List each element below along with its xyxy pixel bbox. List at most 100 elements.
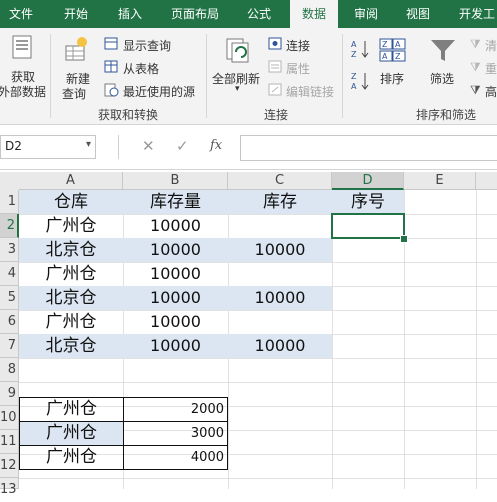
column-header-f[interactable] — [476, 172, 497, 190]
filter-button[interactable]: 筛选 — [424, 28, 464, 100]
row-header-10[interactable]: 10 — [0, 406, 19, 430]
group-label-connections: 连接 — [264, 108, 289, 122]
advanced-filter-icon: ⧩ — [470, 83, 481, 97]
cell-b5[interactable]: 10000 — [123, 286, 228, 310]
svg-text:Z: Z — [351, 72, 357, 81]
cell-b3[interactable]: 10000 — [123, 238, 228, 262]
row-header-2[interactable]: 2 — [0, 214, 19, 238]
spreadsheet-grid: A B C D E 1 2 3 4 5 6 7 8 9 10 11 12 13 … — [0, 172, 497, 497]
clear-filter-icon: ⧩ — [470, 37, 481, 51]
insert-function-icon[interactable]: fx — [210, 138, 222, 153]
table-icon — [104, 60, 118, 73]
cell-c5[interactable]: 10000 — [228, 286, 332, 310]
row-header-12[interactable]: 12 — [0, 454, 19, 478]
cell-b11[interactable]: 3000 — [123, 421, 228, 446]
svg-text:Z: Z — [351, 50, 357, 59]
cell-b10[interactable]: 2000 — [123, 397, 228, 422]
column-header-c[interactable]: C — [228, 172, 332, 190]
svg-text:A: A — [351, 82, 357, 91]
connections-icon — [268, 37, 282, 50]
cell-a1[interactable]: 仓库 — [19, 190, 123, 214]
cell-a6[interactable]: 广州仓 — [19, 310, 123, 334]
ribbon-panel: 获取 外部数据 新建 查询 显示查询 从表格 最近使用的源 获取和转换 全部刷新… — [0, 28, 497, 125]
sort-z-a-icon: ZA — [351, 72, 369, 91]
active-cell-d2[interactable] — [331, 213, 405, 239]
refresh-all-button[interactable]: 全部刷新 ▾ — [210, 28, 266, 100]
row-header-6[interactable]: 6 — [0, 310, 19, 334]
database-icon — [12, 35, 32, 59]
svg-text:A: A — [395, 40, 401, 49]
tab-home[interactable]: 开始 — [64, 0, 88, 28]
select-all-corner[interactable] — [0, 172, 20, 191]
new-query-button[interactable]: 新建 查询 — [56, 28, 100, 101]
svg-text:Z: Z — [395, 52, 401, 61]
row-header-13[interactable]: 13 — [0, 478, 19, 497]
filter-funnel-icon — [431, 40, 455, 61]
row-header-4[interactable]: 4 — [0, 262, 19, 286]
row-header-9[interactable]: 9 — [0, 382, 19, 406]
formula-input[interactable] — [240, 135, 497, 161]
column-header-d[interactable]: D — [332, 172, 404, 190]
cell-b1[interactable]: 库存量 — [123, 190, 228, 214]
cell-a2[interactable]: 广州仓 — [19, 214, 123, 238]
row-header-1[interactable]: 1 — [0, 190, 19, 214]
row-header-11[interactable]: 11 — [0, 430, 19, 454]
cell-a12[interactable]: 广州仓 — [19, 445, 124, 470]
cell-a7[interactable]: 北京仓 — [19, 334, 123, 358]
recent-sources-icon — [104, 83, 119, 97]
properties-icon — [268, 60, 282, 73]
svg-text:Z: Z — [382, 40, 388, 49]
formula-bar: D2 ▾ ✕ ✓ fx — [0, 125, 497, 170]
svg-text:A: A — [351, 40, 357, 49]
cell-b12[interactable]: 4000 — [123, 445, 228, 470]
tab-file[interactable]: 文件 — [9, 0, 33, 28]
cell-c6[interactable] — [228, 310, 332, 334]
cell-a3[interactable]: 北京仓 — [19, 238, 123, 262]
cell-c2[interactable] — [228, 214, 332, 238]
tab-developer[interactable]: 开发工 — [459, 0, 495, 28]
cell-c1[interactable]: 库存 — [228, 190, 332, 214]
cell-b6[interactable]: 10000 — [123, 310, 228, 334]
cell-a11[interactable]: 广州仓 — [19, 421, 124, 446]
cell-c7[interactable]: 10000 — [228, 334, 332, 358]
tab-formulas[interactable]: 公式 — [247, 0, 271, 28]
reapply-icon: ⧩ — [470, 60, 481, 74]
get-external-data-button[interactable]: 获取 外部数据 — [0, 28, 50, 100]
cell-a10[interactable]: 广州仓 — [19, 397, 124, 422]
cell-c3[interactable]: 10000 — [228, 238, 332, 262]
cell-d1[interactable]: 序号 — [332, 190, 404, 214]
refresh-icon — [226, 38, 249, 63]
row-header-3[interactable]: 3 — [0, 238, 19, 262]
sort-descending-button[interactable]: ZA — [350, 70, 372, 92]
tab-insert[interactable]: 插入 — [118, 0, 142, 28]
cell-a4[interactable]: 广州仓 — [19, 262, 123, 286]
cell-b2[interactable]: 10000 — [123, 214, 228, 238]
enter-icon[interactable]: ✓ — [176, 137, 189, 155]
sort-a-z-icon: AZ — [351, 40, 369, 59]
column-header-e[interactable]: E — [404, 172, 476, 190]
name-box[interactable]: D2 ▾ — [0, 135, 96, 159]
cell-b4[interactable]: 10000 — [123, 262, 228, 286]
column-header-a[interactable]: A — [19, 172, 123, 190]
tab-page-layout[interactable]: 页面布局 — [171, 0, 219, 28]
sort-button[interactable]: Z A A Z 排序 — [377, 28, 411, 100]
cell-b7[interactable]: 10000 — [123, 334, 228, 358]
fill-handle[interactable] — [400, 235, 408, 243]
cancel-icon[interactable]: ✕ — [142, 137, 155, 155]
sort-ascending-button[interactable]: AZ — [350, 38, 372, 60]
cell-c4[interactable] — [228, 262, 332, 286]
row-header-8[interactable]: 8 — [0, 358, 19, 382]
svg-text:A: A — [382, 52, 388, 61]
column-header-b[interactable]: B — [123, 172, 228, 190]
row-header-5[interactable]: 5 — [0, 286, 19, 310]
tab-view[interactable]: 视图 — [406, 0, 430, 28]
new-query-icon — [65, 37, 87, 61]
row-header-7[interactable]: 7 — [0, 334, 19, 358]
tab-data[interactable]: 数据 — [290, 0, 338, 28]
group-label-sort-filter: 排序和筛选 — [416, 108, 477, 122]
tab-review[interactable]: 审阅 — [354, 0, 378, 28]
chevron-down-icon: ▾ — [85, 139, 91, 150]
sort-dialog-icon: Z A A Z — [379, 38, 406, 62]
cell-a5[interactable]: 北京仓 — [19, 286, 123, 310]
chevron-down-icon: ▾ — [235, 84, 240, 94]
